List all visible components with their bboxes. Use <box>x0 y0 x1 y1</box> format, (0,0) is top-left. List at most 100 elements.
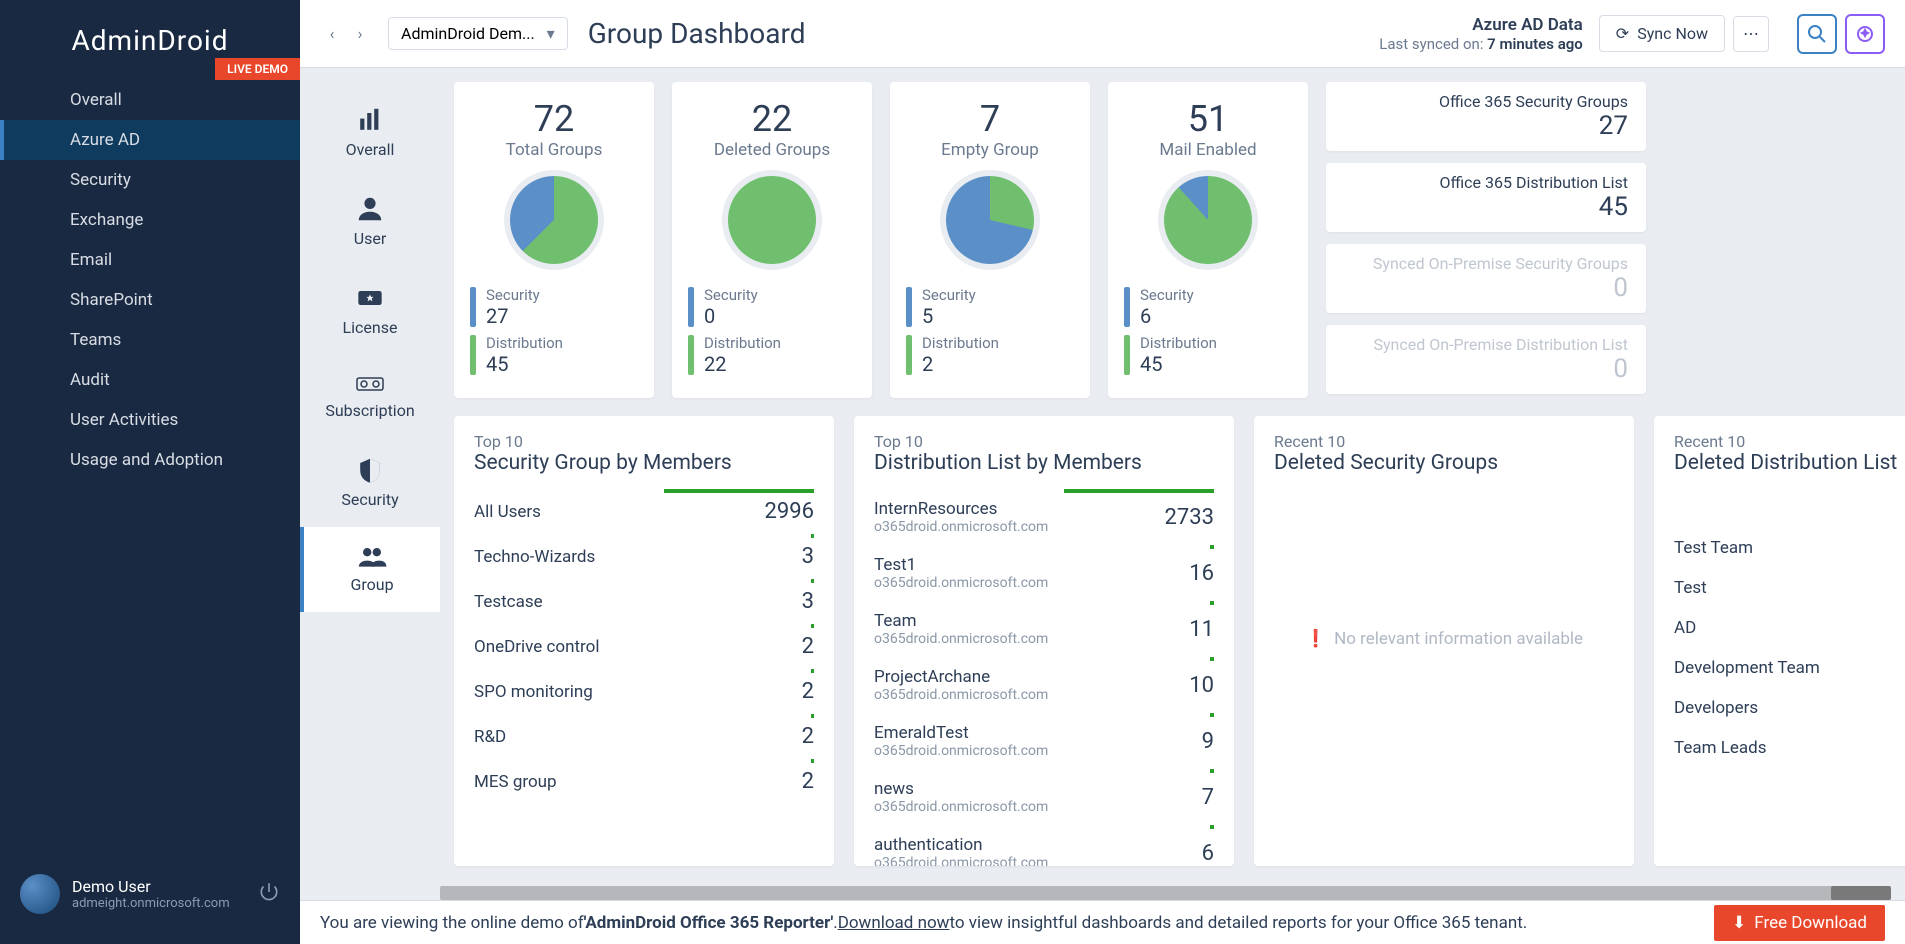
category-license[interactable]: License <box>300 266 440 355</box>
category-user[interactable]: User <box>300 177 440 266</box>
sidebar-item-audit[interactable]: Audit <box>0 360 300 400</box>
card-title: Deleted Security Groups <box>1274 451 1614 475</box>
avatar <box>20 874 60 914</box>
pie-chart <box>1158 170 1258 270</box>
recent-del-sec-card: Recent 10 Deleted Security Groups ❗ No r… <box>1254 416 1634 866</box>
stats-row: 72Total GroupsSecurity27Distribution4522… <box>454 82 1891 398</box>
logo-area: AdminDroid LIVE DEMO <box>0 0 300 80</box>
sidebar-item-exchange[interactable]: Exchange <box>0 200 300 240</box>
group-icon <box>304 545 440 569</box>
list-item[interactable]: Testcase3 <box>474 579 814 624</box>
pie-chart <box>722 170 822 270</box>
sync-subtitle: Last synced on: 7 minutes ago <box>1379 35 1583 53</box>
stat-card-total-groups[interactable]: 72Total GroupsSecurity27Distribution45 <box>454 82 654 398</box>
sidebar-item-email[interactable]: Email <box>0 240 300 280</box>
download-link[interactable]: Download now <box>838 913 950 933</box>
sidebar-item-sharepoint[interactable]: SharePoint <box>0 280 300 320</box>
category-group[interactable]: Group <box>300 527 440 612</box>
top-security-card: Top 10 Security Group by Members All Use… <box>454 416 834 866</box>
category-overall[interactable]: Overall <box>300 88 440 177</box>
list-item[interactable]: Team Leadsa fe <box>1674 728 1905 768</box>
stat-card-deleted-groups[interactable]: 22Deleted GroupsSecurity0Distribution22 <box>672 82 872 398</box>
tenant-label: AdminDroid Dem... <box>401 24 535 43</box>
stat-label: Mail Enabled <box>1124 140 1292 160</box>
sidebar-item-azure-ad[interactable]: Azure AD <box>0 120 300 160</box>
pie-chart <box>504 170 604 270</box>
user-name: Demo User <box>72 877 258 896</box>
sync-btn-label: Sync Now <box>1637 24 1708 43</box>
list-item[interactable]: ProjectArchaneo365droid.onmicrosoft.com1… <box>874 657 1214 713</box>
summary-card[interactable]: Office 365 Security Groups27 <box>1326 82 1646 151</box>
list-item[interactable]: InternResourceso365droid.onmicrosoft.com… <box>874 489 1214 545</box>
search-button[interactable] <box>1797 14 1837 54</box>
list-item[interactable]: EmeraldTesto365droid.onmicrosoft.com9 <box>874 713 1214 769</box>
tenant-dropdown[interactable]: AdminDroid Dem... ▾ <box>388 17 568 50</box>
sync-info: Azure AD Data Last synced on: 7 minutes … <box>1379 15 1583 53</box>
nav-section: Dashboards OverallAzure ADSecurityExchan… <box>0 80 300 480</box>
list-item[interactable]: Developersa fe <box>1674 688 1905 728</box>
list-item[interactable]: Test1o365droid.onmicrosoft.com16 <box>874 545 1214 601</box>
license-icon <box>300 284 440 312</box>
user-area[interactable]: Demo User admeight.onmicrosoft.com <box>0 864 300 924</box>
live-demo-badge: LIVE DEMO <box>215 58 300 80</box>
info-icon: ❗ <box>1305 629 1326 649</box>
list-item[interactable]: newso365droid.onmicrosoft.com7 <box>874 769 1214 825</box>
card-top: Recent 10 <box>1674 432 1905 451</box>
free-download-button[interactable]: ⬇ Free Download <box>1714 905 1885 941</box>
list-item[interactable]: OneDrive control2 <box>474 624 814 669</box>
list-item[interactable]: All Users2996 <box>474 489 814 534</box>
page-title: Group Dashboard <box>588 17 806 50</box>
list-item[interactable]: ADa fe <box>1674 608 1905 648</box>
horizontal-scrollbar[interactable] <box>440 886 1891 900</box>
list-item[interactable]: a fe <box>1674 489 1905 528</box>
download-icon: ⬇ <box>1732 913 1746 933</box>
refresh-icon: ⟳ <box>1616 24 1629 43</box>
list-item[interactable]: MES group2 <box>474 759 814 804</box>
category-security[interactable]: Security <box>300 438 440 527</box>
list-item[interactable]: authenticationo365droid.onmicrosoft.com6 <box>874 825 1214 866</box>
summary-card[interactable]: Office 365 Distribution List45 <box>1326 163 1646 232</box>
category-subscription[interactable]: Subscription <box>300 355 440 438</box>
sync-now-button[interactable]: ⟳ Sync Now <box>1599 15 1725 52</box>
stat-label: Total Groups <box>470 140 638 160</box>
list-item[interactable]: R&D2 <box>474 714 814 759</box>
sidebar-item-overall[interactable]: Overall <box>0 80 300 120</box>
summary-card[interactable]: Synced On-Premise Security Groups0 <box>1326 244 1646 313</box>
card-top: Top 10 <box>874 432 1214 451</box>
security-icon <box>300 456 440 484</box>
more-button[interactable]: ⋯ <box>1733 16 1769 52</box>
card-top: Recent 10 <box>1274 432 1614 451</box>
list-item[interactable]: Techno-Wizards3 <box>474 534 814 579</box>
user-email: admeight.onmicrosoft.com <box>72 896 258 911</box>
stat-number: 51 <box>1124 98 1292 140</box>
chevron-down-icon: ▾ <box>547 24 555 43</box>
stat-label: Deleted Groups <box>688 140 856 160</box>
sidebar-item-security[interactable]: Security <box>0 160 300 200</box>
card-title: Deleted Distribution List <box>1674 451 1905 475</box>
summary-card[interactable]: Synced On-Premise Distribution List0 <box>1326 325 1646 394</box>
list-item[interactable]: Testa fe <box>1674 568 1905 608</box>
sidebar-item-usage-and-adoption[interactable]: Usage and Adoption <box>0 440 300 480</box>
list-item[interactable]: Development Teama fe <box>1674 648 1905 688</box>
sidebar-item-user-activities[interactable]: User Activities <box>0 400 300 440</box>
pie-chart <box>940 170 1040 270</box>
list-item[interactable]: Test Teama fe <box>1674 528 1905 568</box>
category-sidebar: OverallUserLicenseSubscriptionSecurityGr… <box>300 68 440 944</box>
no-data-message: ❗ No relevant information available <box>1274 489 1614 789</box>
back-button[interactable]: ‹ <box>320 22 344 46</box>
bottom-banner: You are viewing the online demo of 'Admi… <box>300 900 1905 944</box>
lists-row: Top 10 Security Group by Members All Use… <box>454 416 1891 866</box>
list-item[interactable]: Teamo365droid.onmicrosoft.com11 <box>874 601 1214 657</box>
main-sidebar: AdminDroid LIVE DEMO Dashboards OverallA… <box>0 0 300 944</box>
top-dist-card: Top 10 Distribution List by Members Inte… <box>854 416 1234 866</box>
ai-button[interactable] <box>1845 14 1885 54</box>
sidebar-item-teams[interactable]: Teams <box>0 320 300 360</box>
forward-button[interactable]: › <box>348 22 372 46</box>
power-icon[interactable] <box>258 881 280 907</box>
card-title: Security Group by Members <box>474 451 814 475</box>
card-top: Top 10 <box>474 432 814 451</box>
stat-card-empty-group[interactable]: 7Empty GroupSecurity5Distribution2 <box>890 82 1090 398</box>
list-item[interactable]: SPO monitoring2 <box>474 669 814 714</box>
user-info: Demo User admeight.onmicrosoft.com <box>72 877 258 911</box>
stat-card-mail-enabled[interactable]: 51Mail EnabledSecurity6Distribution45 <box>1108 82 1308 398</box>
